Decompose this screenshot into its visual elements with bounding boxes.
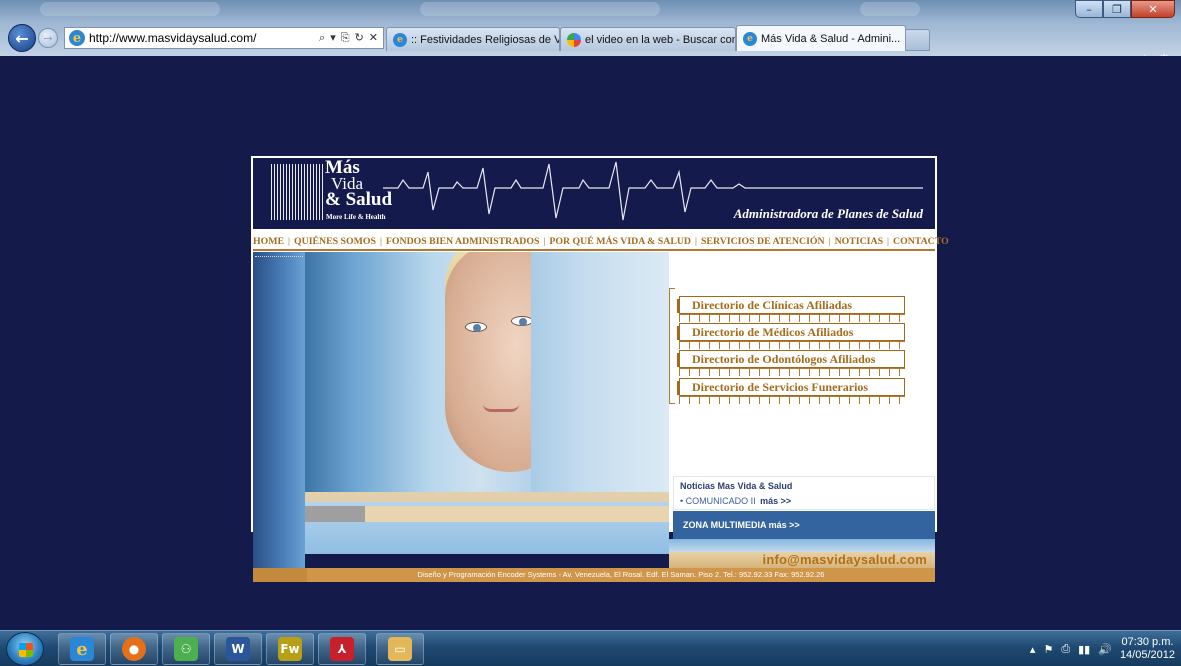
directory-odontologos-button[interactable]: Directorio de Odontólogos Afiliados <box>677 350 905 368</box>
nav-contacto[interactable]: CONTACTO <box>893 236 949 247</box>
site-container: Más Vida & Salud More Life & Health Admi… <box>251 156 949 582</box>
news-title: Noticias Mas Vida & Salud <box>680 481 793 491</box>
tab-video-search[interactable]: el video en la web - Buscar con... <box>560 27 736 51</box>
acrobat-icon: ⅄ <box>330 637 354 661</box>
header-tagline: Administradora de Planes de Salud <box>733 206 923 221</box>
stop-icon[interactable]: ✕ <box>369 31 378 45</box>
browser-chrome: – ❐ ✕ ← → e http://www.masvidaysalud.com… <box>0 0 1181 69</box>
nav-divider <box>253 249 935 251</box>
tab-strip: e :: Festividades Religiosas de Ve... el… <box>386 25 930 51</box>
close-window-button[interactable]: ✕ <box>1131 0 1175 18</box>
messenger-icon: ⚇ <box>174 637 198 661</box>
start-button[interactable] <box>6 632 44 666</box>
main-navigation: HOME | QUIÉNES SOMOS | FONDOS BIEN ADMIN… <box>253 234 949 248</box>
system-tray: ▴ ⚑ ⎙ ▮▮ 🔊 07:30 p.m. 14/05/2012 <box>1030 631 1175 666</box>
minimize-button[interactable]: – <box>1075 0 1103 18</box>
nav-home[interactable]: HOME <box>253 236 284 247</box>
window-controls: – ❐ ✕ <box>1075 0 1175 18</box>
address-bar[interactable]: e http://www.masvidaysalud.com/ ⌕ ▾ ⎘ ↻ … <box>64 27 384 49</box>
show-hidden-icons[interactable]: ▴ <box>1030 643 1036 656</box>
news-item-link[interactable]: • COMUNICADO II <box>680 496 756 506</box>
nav-separator: | <box>543 235 546 247</box>
google-icon <box>567 32 581 47</box>
action-center-icon[interactable]: ⚑ <box>1043 643 1053 656</box>
dropdown-icon[interactable]: ▾ <box>330 31 336 45</box>
logo-tagline: More Life & Health <box>326 213 386 221</box>
navigation-row: ← → e http://www.masvidaysalud.com/ ⌕ ▾ … <box>0 23 1181 69</box>
directory-funerarios-button[interactable]: Directorio de Servicios Funerarios <box>677 378 905 396</box>
nav-por-que[interactable]: POR QUÉ MÁS VIDA & SALUD <box>549 236 691 247</box>
ie-icon: e <box>70 637 94 661</box>
left-column-decoration <box>253 252 305 568</box>
folder-icon: ▭ <box>388 637 412 661</box>
compatibility-icon[interactable]: ⎘ <box>341 31 350 45</box>
search-icon[interactable]: ⌕ <box>319 31 325 45</box>
site-logo[interactable]: Más Vida & Salud <box>325 158 392 209</box>
volume-icon[interactable]: 🔊 <box>1098 643 1112 656</box>
fireworks-icon: Fw <box>278 637 302 661</box>
tab-label: :: Festividades Religiosas de Ve... <box>411 33 560 46</box>
nav-servicios[interactable]: SERVICIOS DE ATENCIÓN <box>701 236 825 247</box>
nav-noticias[interactable]: NOTICIAS <box>835 236 883 247</box>
tab-label: el video en la web - Buscar con... <box>585 33 736 46</box>
multimedia-link[interactable]: ZONA MULTIMEDIA más >> <box>673 511 935 539</box>
tab-label: Más Vida & Salud - Admini... <box>761 32 901 45</box>
footer-credits: Diseño y Programación Encoder Systems - … <box>307 568 935 582</box>
forward-button[interactable]: → <box>38 28 58 48</box>
tab-festividades[interactable]: e :: Festividades Religiosas de Ve... <box>386 27 560 51</box>
clock-date: 14/05/2012 <box>1119 649 1175 661</box>
nav-quienes-somos[interactable]: QUIÉNES SOMOS <box>294 236 376 247</box>
device-icon[interactable]: ⎙ <box>1061 642 1070 656</box>
taskbar-messenger[interactable]: ⚇ <box>162 633 210 665</box>
taskbar: e ● ⚇ W Fw ⅄ ▭ ▴ ⚑ ⎙ ▮▮ 🔊 07:30 p.m. 14/… <box>0 630 1181 666</box>
directory-clinicas-button[interactable]: Directorio de Clínicas Afiliadas <box>677 296 905 314</box>
nav-separator: | <box>379 235 382 247</box>
new-tab-button[interactable] <box>906 29 930 51</box>
site-header: Más Vida & Salud More Life & Health Admi… <box>253 158 935 229</box>
hero-photo <box>305 252 669 492</box>
nav-separator: | <box>288 235 290 247</box>
taskbar-explorer[interactable]: ▭ <box>376 633 424 665</box>
refresh-icon[interactable]: ↻ <box>355 31 364 45</box>
page-viewport: Más Vida & Salud More Life & Health Admi… <box>0 56 1181 630</box>
news-more-link[interactable]: más >> <box>760 496 791 506</box>
nav-fondos[interactable]: FONDOS BIEN ADMINISTRADOS <box>386 236 540 247</box>
network-icon[interactable]: ▮▮ <box>1078 643 1090 656</box>
clock-time: 07:30 p.m. <box>1121 636 1174 648</box>
ie-page-icon: e <box>69 30 85 46</box>
ie-icon: e <box>393 32 407 47</box>
clock[interactable]: 07:30 p.m. 14/05/2012 <box>1120 636 1175 662</box>
news-box: Noticias Mas Vida & Salud • COMUNICADO I… <box>673 476 935 510</box>
directory-panel: Directorio de Clínicas Afiliadas Directo… <box>669 252 935 496</box>
word-icon: W <box>226 637 250 661</box>
nav-separator: | <box>828 235 831 247</box>
firefox-icon: ● <box>122 637 146 661</box>
directory-medicos-button[interactable]: Directorio de Médicos Afiliados <box>677 323 905 341</box>
site-footer: Diseño y Programación Encoder Systems - … <box>253 568 935 582</box>
taskbar-fireworks[interactable]: Fw <box>266 633 314 665</box>
back-button[interactable]: ← <box>8 24 36 52</box>
tab-mas-vida-salud[interactable]: e Más Vida & Salud - Admini... ✕ <box>736 25 906 51</box>
title-bar: – ❐ ✕ <box>0 0 1181 22</box>
taskbar-firefox[interactable]: ● <box>110 633 158 665</box>
maximize-button[interactable]: ❐ <box>1103 0 1131 18</box>
taskbar-acrobat[interactable]: ⅄ <box>318 633 366 665</box>
email-bar: info@masvidaysalud.com <box>669 552 935 568</box>
taskbar-ie[interactable]: e <box>58 633 106 665</box>
address-url[interactable]: http://www.masvidaysalud.com/ <box>89 31 319 45</box>
address-tools: ⌕ ▾ ⎘ ↻ ✕ <box>319 31 383 45</box>
ie-icon: e <box>743 31 757 46</box>
taskbar-word[interactable]: W <box>214 633 262 665</box>
contact-email-link[interactable]: info@masvidaysalud.com <box>763 552 927 567</box>
nav-separator: | <box>887 235 889 247</box>
bottom-band-decoration <box>305 492 669 554</box>
nav-separator: | <box>695 235 697 247</box>
